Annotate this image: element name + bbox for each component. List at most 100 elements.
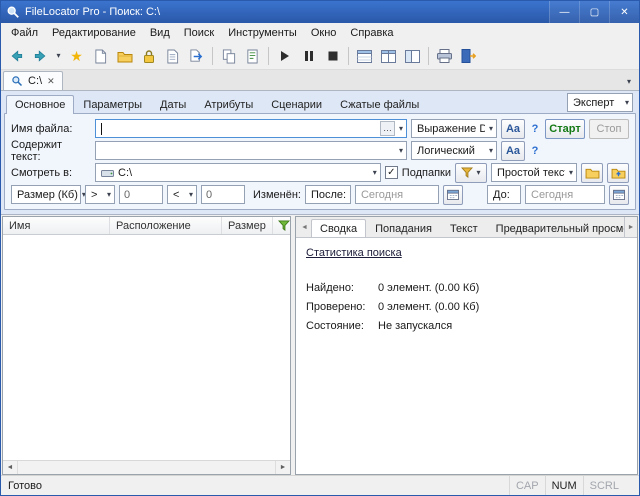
browse-folder-button[interactable] — [581, 163, 603, 183]
size-gt-select[interactable]: > ▾ — [85, 185, 115, 204]
stats-title: Статистика поиска — [306, 247, 627, 259]
export-button[interactable] — [185, 45, 208, 68]
before-date-input[interactable]: Сегодня — [525, 185, 605, 204]
lookin-input[interactable]: C:\ ▾ — [95, 163, 381, 182]
scroll-left-button[interactable]: ◄ — [3, 461, 18, 474]
tab-dates[interactable]: Даты — [151, 95, 195, 114]
pause-search-button[interactable] — [297, 45, 320, 68]
start-search-toolbar-button[interactable] — [273, 45, 296, 68]
title-bar[interactable]: FileLocator Pro - Поиск: C:\ — ▢ ✕ — [1, 1, 639, 23]
size-lt-select[interactable]: < ▾ — [167, 185, 197, 204]
menu-view[interactable]: Вид — [143, 25, 177, 41]
copy-button[interactable] — [217, 45, 240, 68]
scroll-right-button[interactable]: ► — [275, 461, 290, 474]
forward-button[interactable] — [29, 45, 52, 68]
tab-summary[interactable]: Сводка — [311, 219, 366, 238]
lock-button[interactable] — [137, 45, 160, 68]
view-split-button[interactable] — [401, 45, 424, 68]
pause-icon — [304, 50, 314, 62]
stat-label: Проверено: — [306, 300, 378, 314]
results-list[interactable] — [3, 235, 290, 460]
menu-help[interactable]: Справка — [343, 25, 400, 41]
open-button[interactable] — [113, 45, 136, 68]
filename-mode-select[interactable]: Выражение DOS ▾ — [411, 119, 497, 138]
chevron-down-icon[interactable]: ▾ — [399, 125, 403, 133]
tab-compressed[interactable]: Сжатые файлы — [331, 95, 428, 114]
history-dropdown[interactable]: ▾ — [53, 45, 64, 68]
drive-icon — [101, 168, 114, 178]
contains-case-button[interactable]: Aa — [501, 141, 525, 161]
after-calendar-button[interactable] — [443, 185, 463, 205]
tab-attributes[interactable]: Атрибуты — [195, 95, 262, 114]
column-size[interactable]: Размер — [222, 217, 273, 234]
mode-select[interactable]: Эксперт ▾ — [567, 93, 633, 112]
filter-button[interactable]: ▾ — [455, 163, 487, 183]
detail-tabs: ◄ Сводка Попадания Текст Предварительный… — [296, 217, 637, 238]
tab-close-icon[interactable]: ✕ — [47, 76, 55, 87]
copy-document-button[interactable] — [161, 45, 184, 68]
tabs-scroll-right-button[interactable]: ► — [624, 217, 637, 237]
chevron-down-icon[interactable]: ▾ — [373, 169, 377, 177]
after-date-input[interactable]: Сегодня — [355, 185, 439, 204]
toolbar-separator — [212, 47, 213, 65]
chevron-down-icon: ▾ — [56, 52, 60, 60]
close-button[interactable]: ✕ — [609, 1, 639, 23]
filename-input[interactable]: … ▾ — [95, 119, 407, 138]
search-document-tab[interactable]: C:\ ✕ — [3, 71, 63, 90]
minimize-button[interactable]: — — [549, 1, 579, 23]
scroll-left-icon: ◄ — [301, 224, 308, 231]
close-icon: ✕ — [620, 7, 628, 18]
subfolders-checkbox[interactable]: ✓ — [385, 166, 398, 179]
filename-help-icon[interactable]: ? — [529, 123, 541, 135]
report-button[interactable] — [241, 45, 264, 68]
contains-mode-value: Логический — [417, 145, 475, 157]
view-table-button[interactable] — [353, 45, 376, 68]
exit-button[interactable] — [457, 45, 480, 68]
column-name[interactable]: Имя — [3, 217, 110, 234]
size-unit-select[interactable]: Размер (Кб) ▾ — [11, 185, 81, 204]
menu-window[interactable]: Окно — [304, 25, 344, 41]
exit-door-icon — [461, 49, 476, 63]
view-report-button[interactable] — [377, 45, 400, 68]
menu-search[interactable]: Поиск — [177, 25, 221, 41]
resize-grip[interactable] — [625, 476, 639, 495]
folder-up-button[interactable] — [607, 163, 629, 183]
menu-file[interactable]: Файл — [4, 25, 45, 41]
tab-main[interactable]: Основное — [6, 95, 74, 114]
back-button[interactable] — [5, 45, 28, 68]
column-location[interactable]: Расположение — [110, 217, 222, 234]
subfolders-label: Подпапки — [402, 167, 451, 179]
tab-preview[interactable]: Предварительный просмотр — [487, 219, 637, 238]
before-calendar-button[interactable] — [609, 185, 629, 205]
new-search-button[interactable] — [89, 45, 112, 68]
size-max-input[interactable]: 0 — [201, 185, 245, 204]
menu-tools[interactable]: Инструменты — [221, 25, 304, 41]
stop-search-button[interactable] — [321, 45, 344, 68]
tab-hits[interactable]: Попадания — [366, 219, 441, 238]
contains-help-icon[interactable]: ? — [529, 145, 541, 157]
tab-scripts[interactable]: Сценарии — [262, 95, 331, 114]
menu-edit[interactable]: Редактирование — [45, 25, 143, 41]
size-min-input[interactable]: 0 — [119, 185, 163, 204]
tab-text[interactable]: Текст — [441, 219, 487, 238]
summary-content: Статистика поиска Найдено: 0 элемент. (0… — [296, 238, 637, 474]
tab-list-dropdown[interactable]: ▾ — [627, 78, 631, 86]
print-button[interactable] — [433, 45, 456, 68]
tab-options[interactable]: Параметры — [74, 95, 151, 114]
toolbar: ▾ ★ — [1, 43, 639, 70]
chevron-down-icon[interactable]: ▾ — [399, 147, 403, 155]
before-select[interactable]: До: — [487, 185, 521, 204]
maximize-button[interactable]: ▢ — [579, 1, 609, 23]
start-button[interactable]: Старт — [545, 119, 585, 139]
ellipsis-button[interactable]: … — [380, 121, 395, 136]
filename-case-button[interactable]: Aa — [501, 119, 525, 139]
after-select[interactable]: После: — [305, 185, 351, 204]
tabs-scroll-left-button[interactable]: ◄ — [298, 217, 311, 237]
contains-mode-select[interactable]: Логический ▾ — [411, 141, 497, 160]
text-mode-select[interactable]: Простой текст ▾ — [491, 163, 577, 182]
contains-input[interactable]: ▾ — [95, 141, 407, 160]
stat-row-found: Найдено: 0 элемент. (0.00 Кб) — [306, 281, 627, 295]
horizontal-scrollbar[interactable]: ◄ ► — [3, 460, 290, 474]
size-date-row: Размер (Кб) ▾ > ▾ 0 < ▾ 0 Изменён: После… — [11, 185, 629, 204]
favorites-button[interactable]: ★ — [65, 45, 88, 68]
